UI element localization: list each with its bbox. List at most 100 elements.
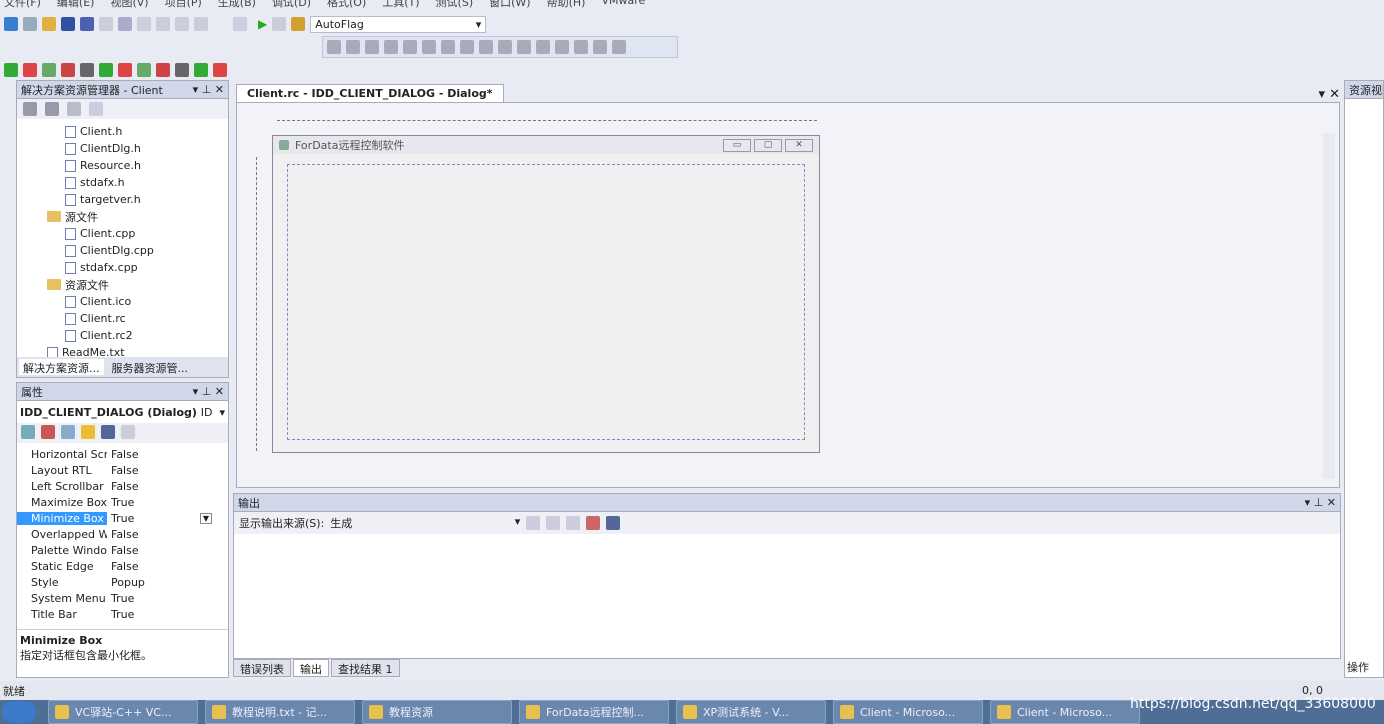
layout-tool-icon[interactable] xyxy=(365,40,379,54)
output-source-dropdown[interactable]: 生成 ▾ xyxy=(330,515,520,531)
tree-item[interactable]: ClientDlg.cpp xyxy=(17,242,228,259)
messages-icon[interactable] xyxy=(101,425,115,439)
property-value[interactable]: True xyxy=(107,512,134,525)
copy-icon[interactable] xyxy=(118,17,132,31)
property-value[interactable]: True xyxy=(107,592,134,605)
property-row[interactable]: Left Scrollbar False xyxy=(17,478,228,494)
close-document-icon[interactable]: ▾ ✕ xyxy=(1318,87,1340,102)
next-message-icon[interactable] xyxy=(566,516,581,530)
debug-tool-icon[interactable] xyxy=(118,63,132,77)
solution-tab[interactable]: 服务器资源管... xyxy=(108,359,193,375)
debug-tool-icon[interactable] xyxy=(175,63,189,77)
pin-icon[interactable]: ▾ ⊥ ✕ xyxy=(193,385,224,398)
menu-item[interactable]: VMware xyxy=(601,0,645,8)
start-debug-icon[interactable]: ▶ xyxy=(258,17,267,31)
debug-tool-icon[interactable] xyxy=(42,63,56,77)
new-project-icon[interactable] xyxy=(4,17,18,31)
tree-item[interactable]: Client.h xyxy=(17,123,228,140)
property-value[interactable]: Popup xyxy=(107,576,145,589)
alphabetical-icon[interactable] xyxy=(41,425,55,439)
property-row[interactable]: Overlapped Wi False xyxy=(17,526,228,542)
prev-message-icon[interactable] xyxy=(546,516,561,530)
layout-tool-icon[interactable] xyxy=(346,40,360,54)
navigate-icon[interactable] xyxy=(194,17,208,31)
solution-tab[interactable]: 解决方案资源... xyxy=(19,359,104,375)
tree-item[interactable]: stdafx.h xyxy=(17,174,228,191)
property-row[interactable]: System Menu True xyxy=(17,590,228,606)
menu-item[interactable]: 格式(O) xyxy=(327,0,366,9)
add-item-icon[interactable] xyxy=(23,17,37,31)
categorized-icon[interactable] xyxy=(21,425,35,439)
debug-tool-icon[interactable] xyxy=(99,63,113,77)
taskbar-button[interactable]: 教程资源 xyxy=(362,700,512,724)
pin-icon[interactable]: ▾ ⊥ ✕ xyxy=(193,83,224,96)
debug-tool-icon[interactable] xyxy=(61,63,75,77)
clear-all-icon[interactable] xyxy=(586,516,601,530)
taskbar-button[interactable]: 教程说明.txt - 记... xyxy=(205,700,355,724)
layout-tool-icon[interactable] xyxy=(460,40,474,54)
paste-icon[interactable] xyxy=(137,17,151,31)
menu-item[interactable]: 生成(B) xyxy=(218,0,256,9)
configuration-dropdown[interactable]: AutoFlag ▾ xyxy=(310,15,487,33)
nav-forward-icon[interactable] xyxy=(233,17,247,31)
menu-item[interactable]: 帮助(H) xyxy=(547,0,586,9)
actions-tab[interactable]: 操作 xyxy=(1347,659,1369,675)
events-icon[interactable] xyxy=(81,425,95,439)
property-row[interactable]: Layout RTL False xyxy=(17,462,228,478)
property-row[interactable]: Minimize Box True ▼ xyxy=(17,510,228,526)
layout-tool-icon[interactable] xyxy=(422,40,436,54)
tree-item[interactable]: 源文件 xyxy=(17,208,228,225)
value-dropdown-icon[interactable]: ▼ xyxy=(199,512,212,524)
open-icon[interactable] xyxy=(42,17,56,31)
properties-view-icon[interactable] xyxy=(61,425,75,439)
property-row[interactable]: Palette WindowFalse xyxy=(17,542,228,558)
output-tab[interactable]: 错误列表 xyxy=(233,659,291,677)
menu-item[interactable]: 编辑(E) xyxy=(57,0,95,9)
save-icon[interactable] xyxy=(61,17,75,31)
layout-tool-icon[interactable] xyxy=(612,40,626,54)
output-tab[interactable]: 输出 xyxy=(293,659,329,677)
menu-item[interactable]: 文件(F) xyxy=(4,0,41,9)
layout-tool-icon[interactable] xyxy=(441,40,455,54)
tree-item[interactable]: stdafx.cpp xyxy=(17,259,228,276)
layout-tool-icon[interactable] xyxy=(555,40,569,54)
menu-item[interactable]: 工具(T) xyxy=(382,0,419,9)
layout-tool-icon[interactable] xyxy=(403,40,417,54)
menu-item[interactable]: 测试(S) xyxy=(436,0,474,9)
tab-client-rc-dialog[interactable]: Client.rc - IDD_CLIENT_DIALOG - Dialog* xyxy=(236,84,504,102)
taskbar-button[interactable]: ForData远程控制... xyxy=(519,700,669,724)
tree-item[interactable]: Resource.h xyxy=(17,157,228,174)
taskbar-button[interactable]: Client - Microso... xyxy=(833,700,983,724)
layout-tool-icon[interactable] xyxy=(327,40,341,54)
dialog-preview[interactable]: ForData远程控制软件 ▭ ▢ ✕ xyxy=(272,135,820,453)
editor-vertical-scrollbar[interactable] xyxy=(1323,133,1335,479)
taskbar-button[interactable]: XP测试系统 - V... xyxy=(676,700,826,724)
debug-tool-icon[interactable] xyxy=(4,63,18,77)
property-value[interactable]: False xyxy=(107,528,139,541)
taskbar-button[interactable]: VC驿站-C++ VC... xyxy=(48,700,198,724)
property-row[interactable]: Static Edge False xyxy=(17,558,228,574)
tree-item[interactable]: Client.rc xyxy=(17,310,228,327)
find-icon[interactable] xyxy=(526,516,541,530)
taskbar-button[interactable]: Client - Microso... xyxy=(990,700,1140,724)
property-value[interactable]: True xyxy=(107,496,134,509)
undo-icon[interactable] xyxy=(156,17,170,31)
word-wrap-icon[interactable] xyxy=(606,516,621,530)
properties-icon[interactable] xyxy=(23,102,37,116)
pin-icon[interactable]: ▾ ⊥ ✕ xyxy=(1305,496,1336,509)
menu-item[interactable]: 项目(P) xyxy=(165,0,202,9)
layout-tool-icon[interactable] xyxy=(498,40,512,54)
redo-icon[interactable] xyxy=(175,17,189,31)
menu-item[interactable]: 视图(V) xyxy=(110,0,148,9)
refresh-icon[interactable] xyxy=(67,102,81,116)
debug-tool-icon[interactable] xyxy=(23,63,37,77)
layout-tool-icon[interactable] xyxy=(384,40,398,54)
property-value[interactable]: True xyxy=(107,608,134,621)
property-value[interactable]: False xyxy=(107,560,139,573)
start-button[interactable] xyxy=(2,701,36,723)
save-all-icon[interactable] xyxy=(80,17,94,31)
property-row[interactable]: Maximize Box True xyxy=(17,494,228,510)
tree-item[interactable]: targetver.h xyxy=(17,191,228,208)
layout-tool-icon[interactable] xyxy=(574,40,588,54)
step-icon[interactable] xyxy=(272,17,287,31)
